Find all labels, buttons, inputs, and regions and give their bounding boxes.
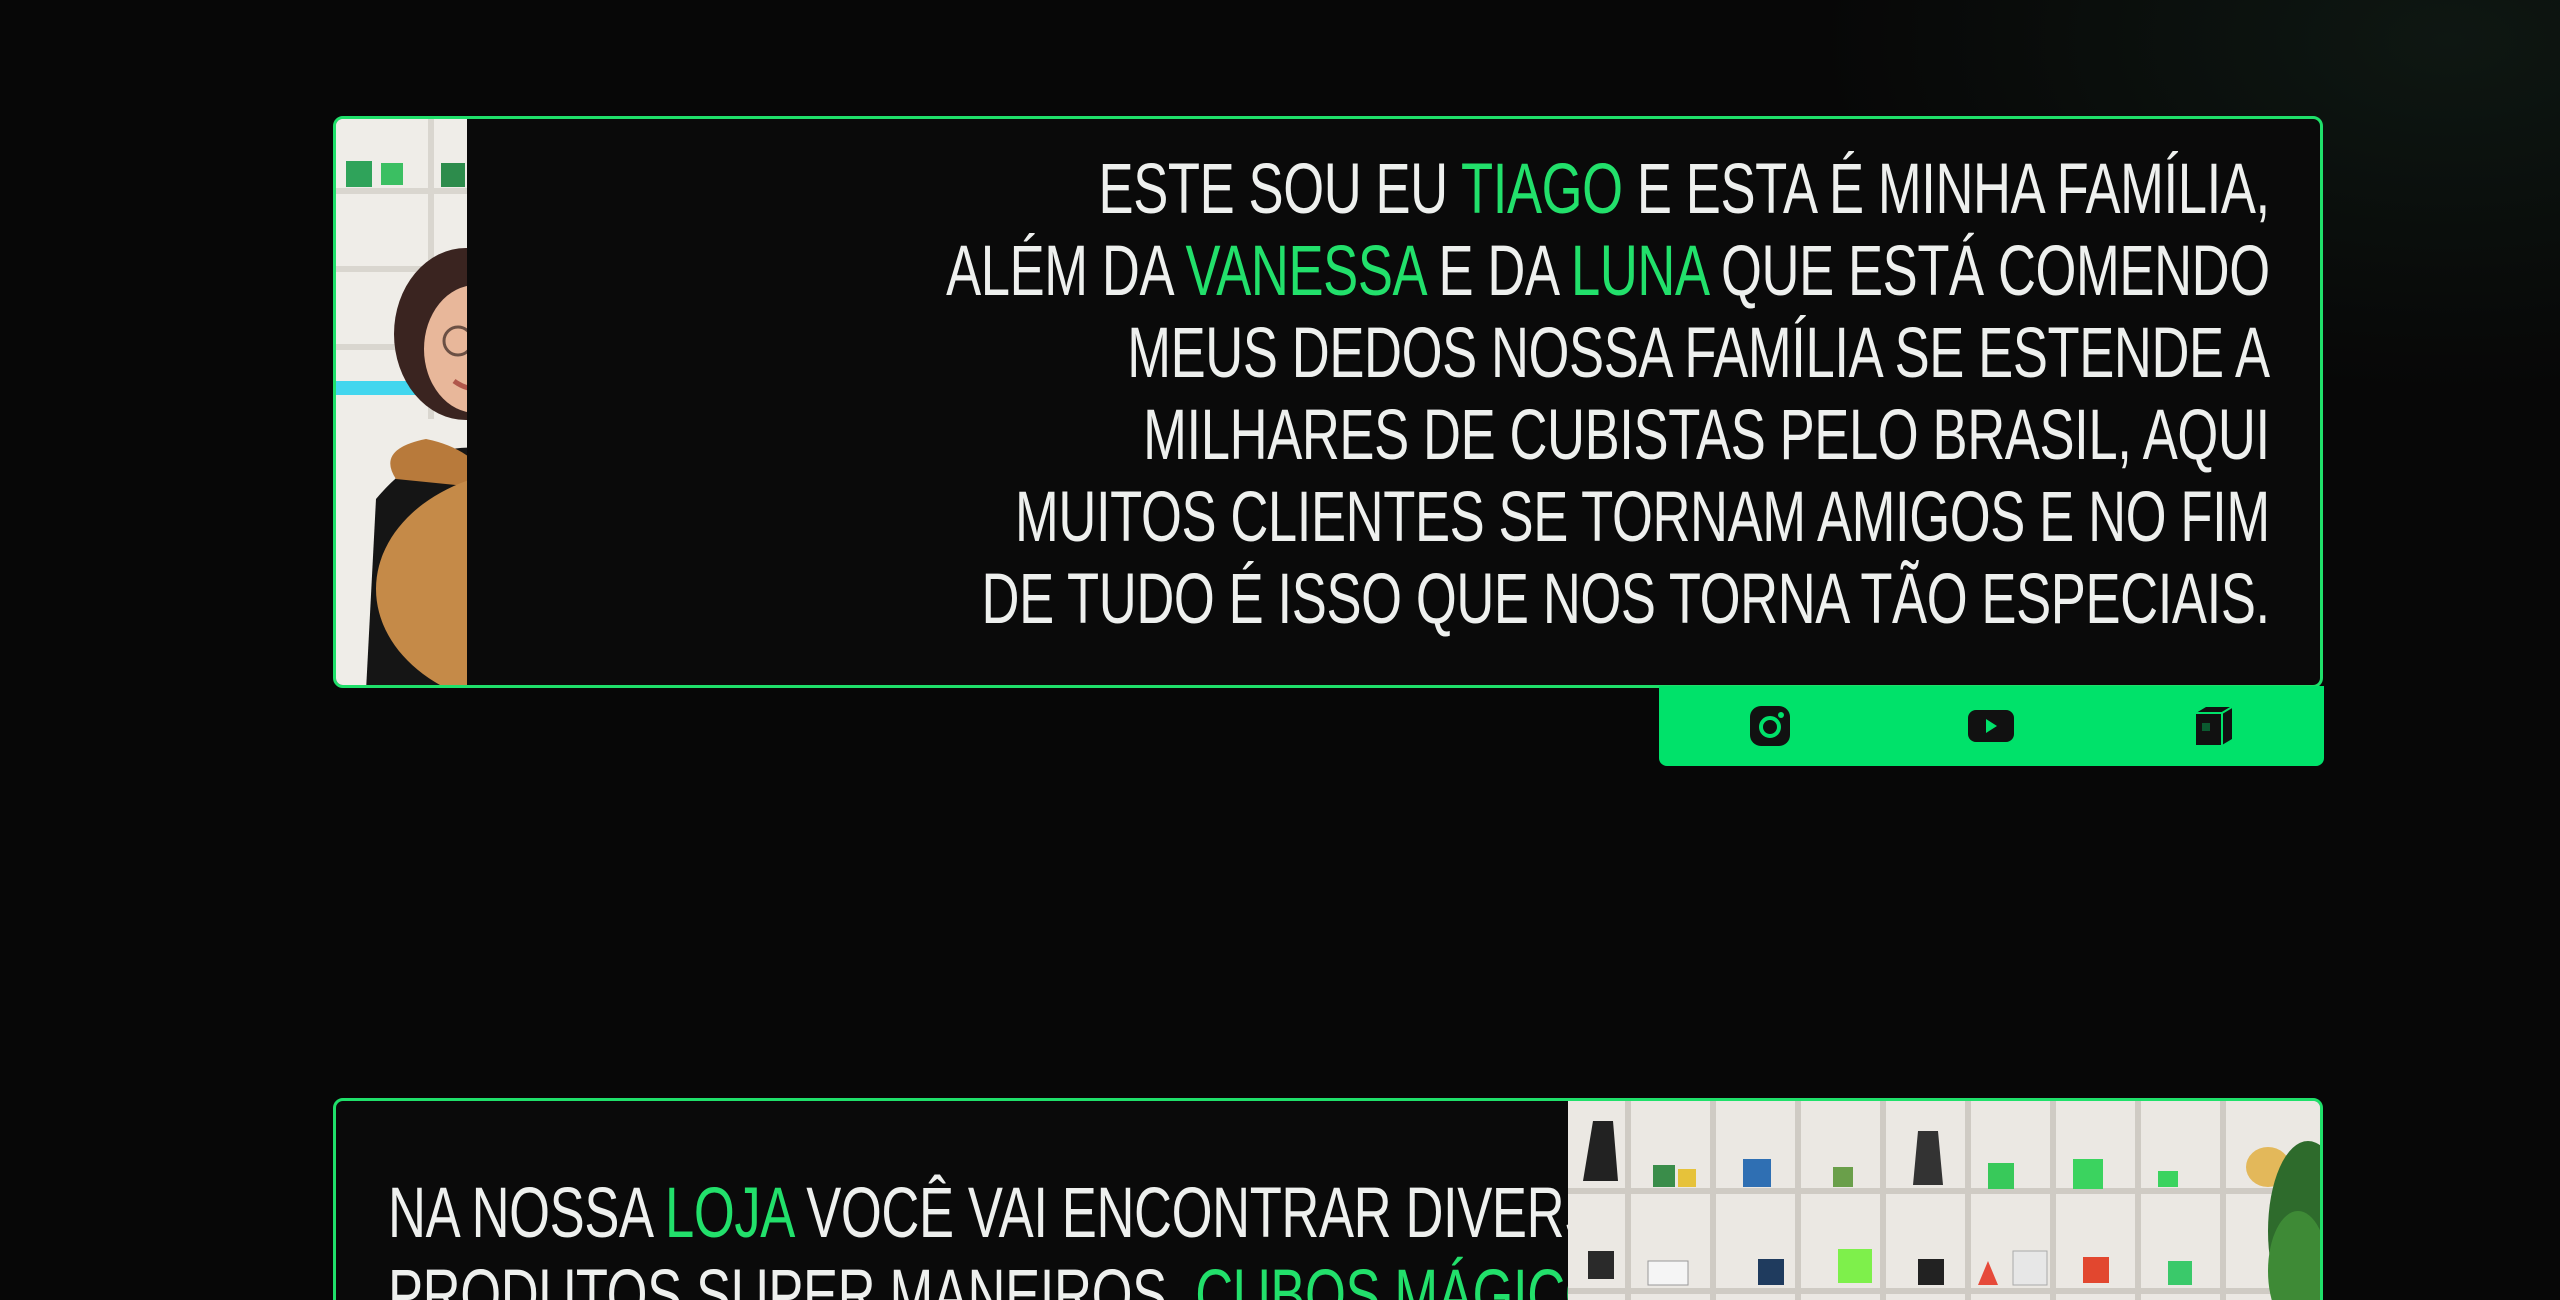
page: ESTE SOU EU TIAGO E ESTA É MINHA FAMÍLIA… xyxy=(0,0,2560,1300)
highlight-tiago: TIAGO xyxy=(1461,150,1623,229)
family-photo xyxy=(336,119,468,685)
youtube-button[interactable] xyxy=(1961,696,2021,756)
social-bar xyxy=(1659,686,2324,766)
family-text: ESTE SOU EU TIAGO E ESTA É MINHA FAMÍLIA… xyxy=(467,119,2320,685)
cube-store-icon xyxy=(2196,706,2233,745)
youtube-icon xyxy=(1968,710,2015,742)
store-line-1: NA NOSSA LOJA VOCÊ VAI ENCONTRAR DIVERSO… xyxy=(388,1174,1675,1253)
instagram-button[interactable] xyxy=(1740,696,1800,756)
instagram-icon xyxy=(1749,706,1790,746)
family-card: ESTE SOU EU TIAGO E ESTA É MINHA FAMÍLIA… xyxy=(333,116,2323,688)
store-button[interactable] xyxy=(2183,696,2243,756)
store-card: NA NOSSA LOJA VOCÊ VAI ENCONTRAR DIVERSO… xyxy=(333,1098,2323,1300)
family-line-4: MILHARES DE CUBISTAS PELO BRASIL, AQUI xyxy=(1143,396,2270,475)
family-line-1: ESTE SOU EU TIAGO E ESTA É MINHA FAMÍLIA… xyxy=(1098,150,2271,229)
highlight-loja: LOJA xyxy=(665,1174,793,1253)
store-line-2: PRODUTOS SUPER MANEIROS, CUBOS MÁGICOS D… xyxy=(388,1255,1727,1300)
store-photo xyxy=(1568,1101,2320,1300)
family-line-5: MUITOS CLIENTES SE TORNAM AMIGOS E NO FI… xyxy=(1015,478,2270,557)
store-text: NA NOSSA LOJA VOCÊ VAI ENCONTRAR DIVERSO… xyxy=(336,1101,1727,1300)
family-line-6: DE TUDO É ISSO QUE NOS TORNA TÃO ESPECIA… xyxy=(981,560,2271,639)
family-line-3: MEUS DEDOS NOSSA FAMÍLIA SE ESTENDE A xyxy=(1127,314,2270,393)
family-line-2: ALÉM DA VANESSA E DA LUNA QUE ESTÁ COMEN… xyxy=(946,232,2270,311)
highlight-vanessa: VANESSA xyxy=(1185,232,1425,311)
highlight-luna: LUNA xyxy=(1571,232,1708,311)
